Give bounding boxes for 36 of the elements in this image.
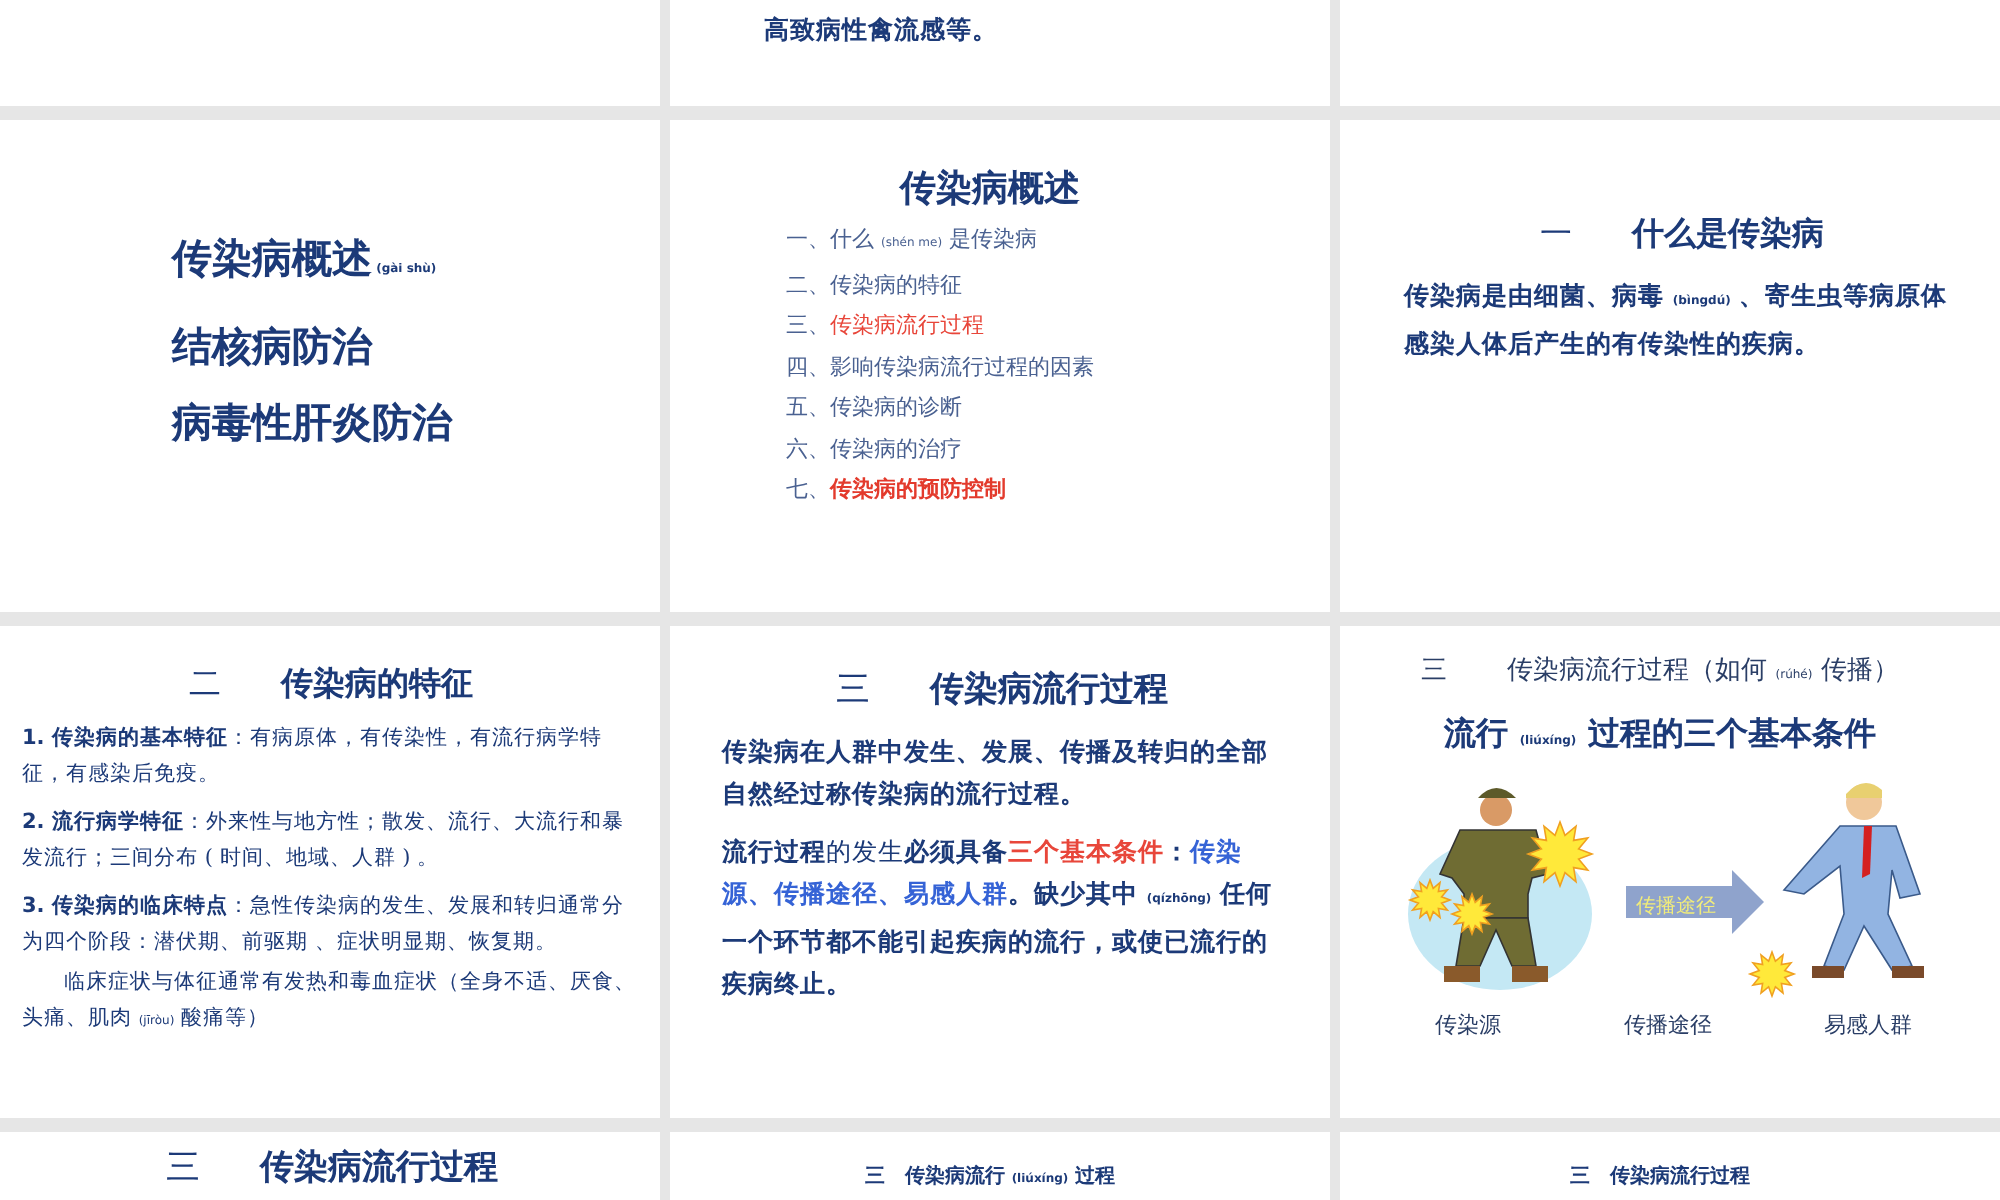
slide-title: 什么是传染病 bbox=[1632, 212, 1824, 256]
figure-caption: 传染源 bbox=[1435, 1010, 1501, 1040]
slide-thumbnail[interactable]: 高致病性禽流感等。 bbox=[670, 0, 1330, 106]
arrow-icon bbox=[1626, 870, 1764, 934]
arrow-label: 传播途径 bbox=[1636, 894, 1716, 920]
starburst-icon bbox=[1449, 891, 1495, 937]
outline-item: 二、传染病的特征 bbox=[786, 269, 964, 301]
slide-title: 传染病流行过程 bbox=[930, 668, 1168, 714]
slide-title: 三 传染病流行过程 bbox=[1568, 1164, 1752, 1192]
starburst-icon bbox=[1407, 877, 1453, 923]
slide-title: 传染病流行过程 bbox=[260, 1146, 498, 1192]
menu-title: 结核病防治 bbox=[172, 320, 375, 374]
outline-item: 三、传染病流行过程 bbox=[786, 310, 986, 342]
outline-item: 四、影响传染病流行过程的因素 bbox=[786, 351, 1096, 383]
section-number: 三 bbox=[836, 668, 870, 714]
starburst-icon bbox=[1747, 949, 1797, 998]
figure-caption: 易感人群 bbox=[1824, 1010, 1912, 1040]
section-number: 二 bbox=[189, 662, 221, 706]
outline-item: 五、传染病的诊断 bbox=[786, 392, 964, 424]
slide-title: 传染病概述 bbox=[897, 166, 1082, 214]
section-number: 三 bbox=[1421, 654, 1448, 690]
list-item: 3. 传染病的临床特点：急性传染病的发生、发展和转归通常分为四个阶段：潜伏期、前驱期 、症状明显期、恢复期。 bbox=[22, 892, 626, 958]
section-number: 一 bbox=[1540, 212, 1572, 256]
slide-thumbnail[interactable]: 三 传染病流行过程 bbox=[0, 1132, 660, 1200]
slide-thumbnail[interactable]: 三 传染病流行过程 bbox=[1340, 1132, 2000, 1200]
slide-paragraph: 传染病在人群中发生、发展、传播及转归的全部自然经过称传染病的流行过程。 bbox=[722, 734, 1270, 812]
menu-title: 病毒性肝炎防治 bbox=[172, 396, 455, 450]
section-number: 三 bbox=[166, 1146, 200, 1192]
figure-caption: 传播途径 bbox=[1624, 1010, 1712, 1040]
outline-item: 七、传染病的预防控制 bbox=[786, 474, 1008, 506]
list-item: 2. 流行病学特征：外来性与地方性；散发、流行、大流行和暴发流行；三间分布 ( 时间、地域、人群 ) 。 bbox=[22, 807, 626, 874]
slide-title: 传染病的特征 bbox=[281, 662, 473, 706]
outline-item: 六、传染病的治疗 bbox=[786, 433, 964, 465]
slide-paragraph: 高致病性禽流感等。 bbox=[764, 12, 1000, 48]
list-item: 1. 传染病的基本特征：有病原体，有传染性，有流行病学特征，有感染后免疫。 bbox=[22, 724, 604, 790]
starburst-icon bbox=[1525, 819, 1595, 889]
